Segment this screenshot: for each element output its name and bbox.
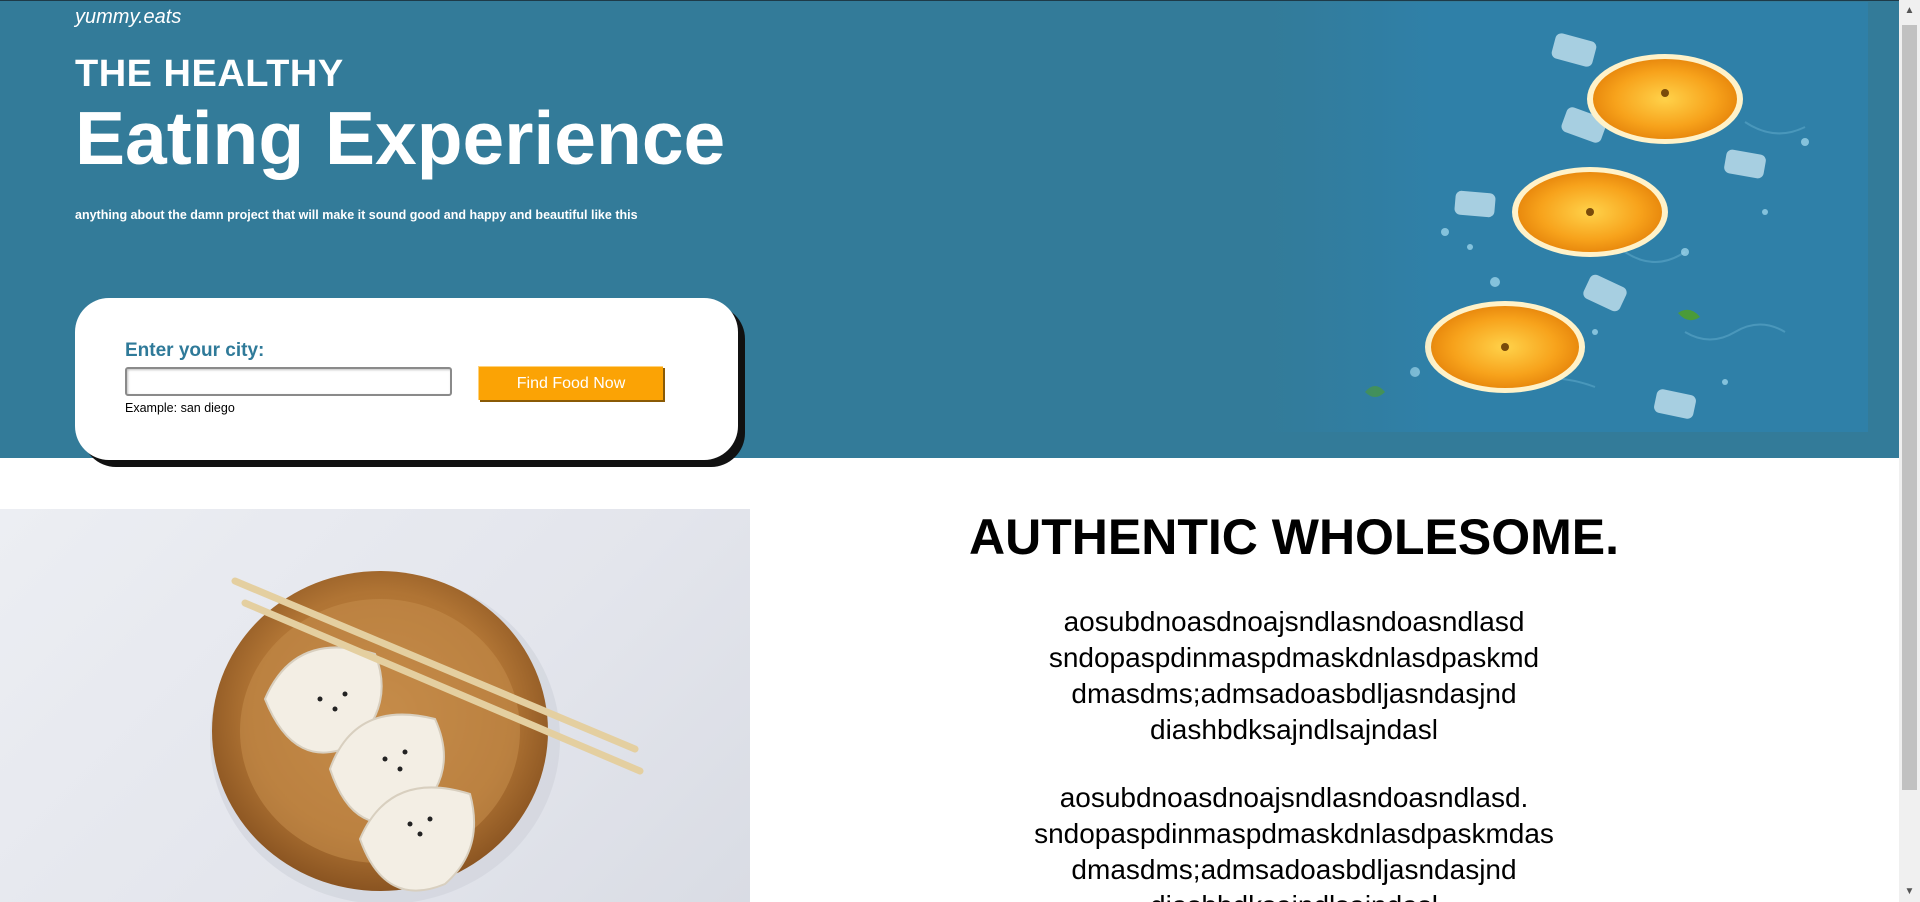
paragraph-line: dmasdms;admsadoasbdljasndasjnd bbox=[1071, 678, 1517, 709]
city-label: Enter your city: bbox=[125, 340, 265, 361]
city-example-hint: Example: san diego bbox=[125, 401, 235, 415]
city-input[interactable] bbox=[125, 367, 452, 396]
brand-logo[interactable]: yummy.eats bbox=[75, 6, 181, 29]
paragraph-line: aosubdnoasdnoajsndlasndoasndlasd. bbox=[1059, 782, 1529, 813]
hero-tagline: anything about the damn project that wil… bbox=[75, 208, 638, 222]
vertical-scrollbar[interactable]: ▲ ▼ bbox=[1899, 0, 1920, 902]
hero-banner: yummy.eats THE HEALTHY Eating Experience… bbox=[0, 0, 1899, 460]
dumplings-photo bbox=[0, 509, 750, 902]
paragraph-line: aosubdnoasdnoajsndlasndoasndlasd bbox=[1063, 606, 1525, 637]
scroll-up-arrow-icon[interactable]: ▲ bbox=[1899, 0, 1920, 21]
section-paragraph-2: aosubdnoasdnoajsndlasndoasndlasd. sndopa… bbox=[900, 780, 1688, 902]
paragraph-line: diashbdksajndlsajndasl bbox=[900, 888, 1688, 902]
scrollbar-thumb[interactable] bbox=[1902, 25, 1917, 790]
oranges-photo bbox=[1265, 2, 1868, 432]
find-food-button[interactable]: Find Food Now bbox=[478, 366, 663, 400]
section-title: AUTHENTIC WHOLESOME. bbox=[969, 509, 1619, 565]
page: yummy.eats THE HEALTHY Eating Experience… bbox=[0, 0, 1899, 902]
paragraph-line: dmasdms;admsadoasbdljasndasjnd bbox=[1071, 854, 1517, 885]
city-search-card: Enter your city: Find Food Now Example: … bbox=[75, 298, 738, 460]
hero-kicker: THE HEALTHY bbox=[75, 53, 344, 95]
paragraph-line: sndopaspdinmaspdmaskdnlasdpaskmdas bbox=[1034, 818, 1554, 849]
scroll-down-arrow-icon[interactable]: ▼ bbox=[1899, 881, 1920, 902]
paragraph-line: diashbdksajndlsajndasl bbox=[1150, 714, 1438, 745]
hero-headline: Eating Experience bbox=[75, 96, 726, 180]
paragraph-line: sndopaspdinmaspdmaskdnlasdpaskmd bbox=[1048, 642, 1540, 673]
section-paragraph-1: aosubdnoasdnoajsndlasndoasndlasd sndopas… bbox=[900, 604, 1688, 748]
